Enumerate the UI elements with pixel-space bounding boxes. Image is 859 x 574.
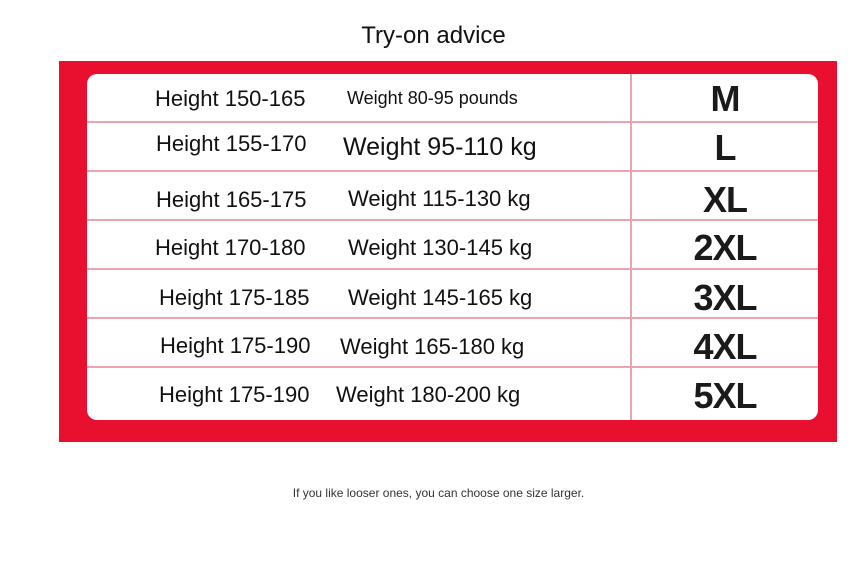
height-range: Height 150-165 [155, 86, 306, 111]
height-range: Height 155-170 [156, 131, 307, 156]
page-title: Try-on advice [361, 22, 506, 49]
weight-range: Weight 95-110 kg [343, 133, 537, 161]
weight-range: Weight 130-145 kg [348, 235, 533, 260]
height-range: Height 170-180 [155, 235, 306, 260]
table-row: Height 150-165 Weight 80-95 pounds M [87, 74, 818, 123]
size-label: 2XL [693, 227, 757, 268]
weight-range: Weight 115-130 kg [348, 186, 531, 211]
size-chart-table: Height 150-165 Weight 80-95 pounds M Hei… [87, 74, 818, 420]
weight-range: Weight 165-180 kg [340, 334, 525, 359]
weight-range: Weight 180-200 kg [336, 382, 521, 407]
height-range: Height 165-175 [156, 187, 307, 212]
weight-range: Weight 80-95 pounds [347, 88, 518, 108]
size-label: M [710, 78, 741, 119]
table-row: Height 165-175 Weight 115-130 kg XL [87, 172, 818, 221]
table-row: Height 175-190 Weight 180-200 kg 5XL [87, 368, 818, 417]
size-label: 4XL [693, 326, 757, 367]
height-range: Height 175-190 [159, 382, 310, 407]
height-range: Height 175-190 [160, 333, 311, 358]
table-row: Height 170-180 Weight 130-145 kg 2XL [87, 221, 818, 270]
table-row: Height 175-185 Weight 145-165 kg 3XL [87, 270, 818, 319]
size-label: XL [702, 179, 748, 220]
table-row: Height 155-170 Weight 95-110 kg L [87, 123, 818, 172]
weight-range: Weight 145-165 kg [348, 285, 533, 310]
size-label: L [714, 127, 737, 168]
sizing-note: If you like looser ones, you can choose … [292, 486, 585, 500]
size-label: 3XL [693, 277, 757, 318]
height-range: Height 175-185 [159, 285, 310, 310]
size-label: 5XL [693, 375, 757, 416]
table-row: Height 175-190 Weight 165-180 kg 4XL [87, 319, 818, 368]
